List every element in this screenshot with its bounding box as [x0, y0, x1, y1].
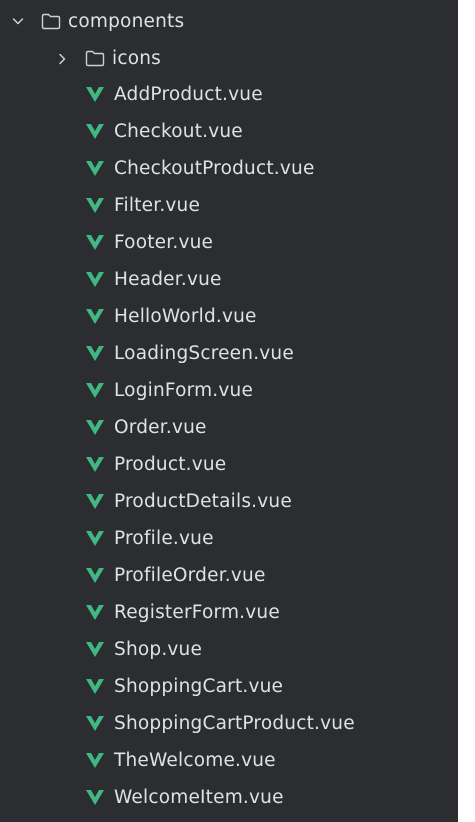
file-label: CheckoutProduct.vue: [114, 158, 315, 179]
tree-file-item[interactable]: Shop.vue: [0, 631, 458, 668]
folder-icon: [40, 12, 62, 30]
vue-icon: [84, 197, 106, 215]
vue-icon: [84, 419, 106, 437]
tree-folder-icons[interactable]: icons: [0, 40, 458, 77]
vue-icon: [84, 678, 106, 696]
vue-icon: [84, 641, 106, 659]
folder-label: components: [68, 10, 185, 32]
vue-icon: [84, 715, 106, 733]
file-label: ShoppingCart.vue: [114, 676, 284, 697]
project-tree-panel: components icons AddProduct.vue Checkout…: [0, 0, 458, 822]
tree-file-item[interactable]: Header.vue: [0, 261, 458, 298]
tree-file-item[interactable]: Filter.vue: [0, 187, 458, 224]
vue-icon: [84, 234, 106, 252]
tree-file-item[interactable]: TheWelcome.vue: [0, 742, 458, 779]
chevron-down-icon[interactable]: [10, 13, 26, 29]
tree-file-item[interactable]: Checkout.vue: [0, 113, 458, 150]
tree-file-item[interactable]: Order.vue: [0, 409, 458, 446]
tree-file-item[interactable]: HelloWorld.vue: [0, 298, 458, 335]
tree-file-item[interactable]: Product.vue: [0, 446, 458, 483]
file-label: Order.vue: [114, 417, 207, 438]
file-label: Shop.vue: [114, 639, 203, 660]
tree-file-item[interactable]: WelcomeItem.vue: [0, 779, 458, 816]
vue-icon: [84, 123, 106, 141]
file-label: Product.vue: [114, 454, 227, 475]
folder-label: icons: [112, 48, 161, 69]
file-label: RegisterForm.vue: [114, 602, 280, 623]
file-label: Header.vue: [114, 269, 222, 290]
tree-folder-components[interactable]: components: [0, 2, 458, 40]
tree-file-item[interactable]: ShoppingCartProduct.vue: [0, 705, 458, 742]
vue-icon: [84, 345, 106, 363]
vue-icon: [84, 86, 106, 104]
vue-icon: [84, 604, 106, 622]
vue-icon: [84, 567, 106, 585]
tree-file-item[interactable]: Profile.vue: [0, 520, 458, 557]
tree-file-item[interactable]: CheckoutProduct.vue: [0, 150, 458, 187]
file-label: Profile.vue: [114, 528, 214, 549]
tree-file-item[interactable]: ProductDetails.vue: [0, 483, 458, 520]
file-label: ProfileOrder.vue: [114, 565, 266, 586]
file-label: AddProduct.vue: [114, 84, 263, 105]
vue-icon: [84, 308, 106, 326]
tree-file-item[interactable]: ShoppingCart.vue: [0, 668, 458, 705]
tree-file-item[interactable]: Footer.vue: [0, 224, 458, 261]
vue-icon: [84, 160, 106, 178]
file-label: WelcomeItem.vue: [114, 787, 284, 808]
vue-icon: [84, 789, 106, 807]
file-label: TheWelcome.vue: [114, 750, 276, 771]
vue-icon: [84, 271, 106, 289]
vue-icon: [84, 456, 106, 474]
file-label: ShoppingCartProduct.vue: [114, 713, 355, 734]
tree-file-item[interactable]: AddProduct.vue: [0, 76, 458, 113]
file-label: HelloWorld.vue: [114, 306, 257, 327]
file-label: ProductDetails.vue: [114, 491, 292, 512]
file-label: LoadingScreen.vue: [114, 343, 294, 364]
file-label: Filter.vue: [114, 195, 201, 216]
vue-icon: [84, 752, 106, 770]
vue-icon: [84, 382, 106, 400]
tree-file-item[interactable]: LoginForm.vue: [0, 372, 458, 409]
vue-icon: [84, 493, 106, 511]
folder-icon: [84, 50, 106, 68]
vue-icon: [84, 530, 106, 548]
chevron-right-icon[interactable]: [54, 51, 70, 67]
file-label: Checkout.vue: [114, 121, 243, 142]
file-label: Footer.vue: [114, 232, 214, 253]
tree-file-item[interactable]: LoadingScreen.vue: [0, 335, 458, 372]
file-label: LoginForm.vue: [114, 380, 254, 401]
tree-file-item[interactable]: RegisterForm.vue: [0, 594, 458, 631]
tree-file-item[interactable]: ProfileOrder.vue: [0, 557, 458, 594]
